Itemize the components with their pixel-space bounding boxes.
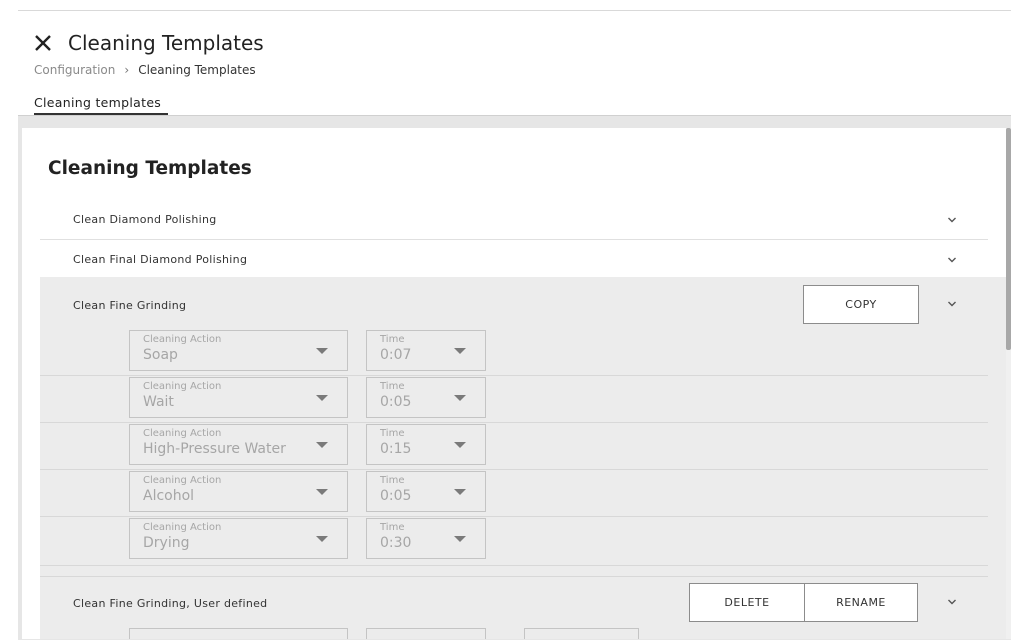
step-divider xyxy=(40,422,988,423)
template-name: Clean Diamond Polishing xyxy=(73,213,217,226)
chevron-down-icon[interactable] xyxy=(947,215,957,225)
field-label: Cleaning Action xyxy=(143,334,222,345)
scrollbar[interactable] xyxy=(1006,128,1011,639)
dropdown-arrow-icon xyxy=(454,348,466,354)
cleaning-action-select[interactable]: Cleaning Action Wait xyxy=(129,377,348,418)
copy-button[interactable]: COPY xyxy=(803,285,919,324)
template-row-clean-final-diamond-polishing[interactable]: Clean Final Diamond Polishing xyxy=(40,240,988,277)
field-value: 0:15 xyxy=(380,441,412,457)
template-name: Clean Fine Grinding, User defined xyxy=(73,597,268,610)
template-actions-group: DELETE RENAME xyxy=(689,583,918,622)
dropdown-arrow-icon xyxy=(316,489,328,495)
breadcrumb-separator: › xyxy=(124,63,130,77)
tab-cleaning-templates[interactable]: Cleaning templates xyxy=(34,95,161,110)
cleaning-action-select[interactable]: Cleaning Action Drying xyxy=(129,518,348,559)
field-value: Wait xyxy=(143,394,174,410)
time-select[interactable] xyxy=(366,628,486,639)
templates-panel: Cleaning Templates Clean Diamond Polishi… xyxy=(22,128,1006,639)
scrollbar-thumb[interactable] xyxy=(1006,128,1011,350)
step-divider xyxy=(40,516,988,517)
field-label: Time xyxy=(380,428,405,439)
field-label: Cleaning Action xyxy=(143,428,222,439)
template-name: Clean Fine Grinding xyxy=(73,299,187,312)
panel-title: Cleaning Templates xyxy=(48,158,252,179)
step-divider xyxy=(40,469,988,470)
field-value: 0:30 xyxy=(380,535,412,551)
chevron-down-icon[interactable] xyxy=(947,255,957,265)
field-label: Cleaning Action xyxy=(143,475,222,486)
field-label: Cleaning Action xyxy=(143,522,222,533)
template-row-clean-fine-grinding[interactable]: Clean Fine Grinding COPY xyxy=(40,277,988,327)
field-value: High-Pressure Water xyxy=(143,441,286,457)
cleaning-action-select[interactable]: Cleaning Action Soap xyxy=(129,330,348,371)
field-value: Soap xyxy=(143,347,178,363)
field-label: Time xyxy=(380,522,405,533)
page-header: Cleaning Templates Configuration › Cleanin… xyxy=(0,0,1011,120)
field-value: 0:07 xyxy=(380,347,412,363)
chevron-down-icon[interactable] xyxy=(947,299,957,309)
cleaning-action-select[interactable]: Cleaning Action Alcohol xyxy=(129,471,348,512)
dropdown-arrow-icon xyxy=(454,536,466,542)
field-label: Time xyxy=(380,334,405,345)
step-divider xyxy=(40,565,988,566)
close-icon[interactable] xyxy=(34,34,52,52)
field-label: Cleaning Action xyxy=(143,381,222,392)
time-select[interactable]: Time 0:15 xyxy=(366,424,486,465)
dropdown-arrow-icon xyxy=(316,348,328,354)
field-value: Drying xyxy=(143,535,190,551)
cleaning-action-select[interactable]: Cleaning Action High-Pressure Water xyxy=(129,424,348,465)
template-name: Clean Final Diamond Polishing xyxy=(73,253,248,266)
chevron-down-icon[interactable] xyxy=(947,597,957,607)
page-title: Cleaning Templates xyxy=(68,31,264,55)
time-select[interactable]: Time 0:07 xyxy=(366,330,486,371)
field-label: Time xyxy=(380,475,405,486)
step-divider xyxy=(40,375,988,376)
template-row-clean-diamond-polishing[interactable]: Clean Diamond Polishing xyxy=(40,200,988,240)
time-select[interactable]: Time 0:05 xyxy=(366,377,486,418)
dropdown-arrow-icon xyxy=(316,536,328,542)
time-select[interactable]: Time 0:05 xyxy=(366,471,486,512)
breadcrumb-link-configuration[interactable]: Configuration xyxy=(34,63,115,77)
rename-button[interactable]: RENAME xyxy=(805,584,917,621)
delete-button[interactable]: DELETE xyxy=(690,584,805,621)
breadcrumb-current: Cleaning Templates xyxy=(138,63,256,77)
dropdown-arrow-icon xyxy=(316,442,328,448)
field-value: Alcohol xyxy=(143,488,195,504)
dropdown-arrow-icon xyxy=(454,489,466,495)
field-label: Time xyxy=(380,381,405,392)
dropdown-arrow-icon xyxy=(316,395,328,401)
breadcrumb: Configuration › Cleaning Templates xyxy=(34,63,256,77)
field-value: 0:05 xyxy=(380,488,412,504)
field-value: 0:05 xyxy=(380,394,412,410)
template-row-clean-fine-grinding-user-defined[interactable]: Clean Fine Grinding, User defined DELETE… xyxy=(40,577,988,627)
dropdown-arrow-icon xyxy=(454,442,466,448)
time-select[interactable]: Time 0:30 xyxy=(366,518,486,559)
add-step-field[interactable] xyxy=(524,628,639,639)
cleaning-action-select[interactable] xyxy=(129,628,348,639)
dropdown-arrow-icon xyxy=(454,395,466,401)
